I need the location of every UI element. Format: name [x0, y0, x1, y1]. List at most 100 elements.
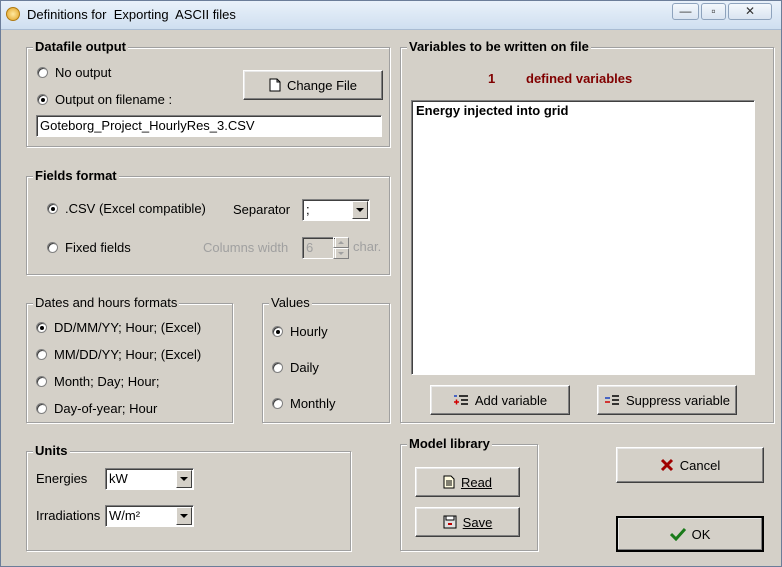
units-legend: Units — [33, 443, 70, 458]
values-group: Values Hourly Daily Monthly — [262, 295, 390, 423]
close-button[interactable]: ✕ — [728, 3, 772, 20]
radio-date-format-3[interactable]: Day-of-year; Hour — [36, 401, 157, 416]
dialog-client: Datafile output No output Output on file… — [5, 31, 777, 563]
values-legend: Values — [269, 295, 312, 310]
suppress-variable-button[interactable]: Suppress variable — [597, 385, 737, 415]
radio-date-format-0[interactable]: DD/MM/YY; Hour; (Excel) — [36, 320, 201, 335]
fields-format-legend: Fields format — [33, 168, 119, 183]
radio-date-format-0-dot[interactable] — [36, 322, 47, 333]
radio-date-format-1-dot[interactable] — [36, 349, 47, 360]
add-variable-icon — [453, 393, 469, 407]
variable-item-0[interactable]: Energy injected into grid — [416, 103, 750, 118]
model-library-group: Model library Read Save — [400, 436, 538, 551]
chevron-down-icon[interactable] — [176, 470, 192, 488]
radio-values-hourly[interactable]: Hourly — [272, 324, 328, 339]
columns-width-label: Columns width — [203, 240, 289, 255]
units-group: Units Energies kW Irradiations W/m² — [26, 443, 351, 551]
ok-button[interactable]: OK — [616, 516, 764, 552]
spinner-up-icon[interactable] — [333, 237, 349, 248]
variables-list[interactable]: Energy injected into grid — [411, 100, 755, 375]
read-label: Read — [460, 474, 493, 490]
datafile-output-group: Datafile output No output Output on file… — [26, 39, 390, 147]
energies-value: kW — [109, 471, 128, 486]
radio-date-format-3-label: Day-of-year; Hour — [54, 401, 158, 416]
change-file-label: Change File — [286, 77, 358, 93]
chevron-down-icon[interactable] — [176, 507, 192, 525]
read-button[interactable]: Read — [415, 467, 520, 497]
variables-group: Variables to be written on file 1 define… — [400, 39, 774, 423]
model-library-legend: Model library — [407, 436, 492, 451]
change-file-button[interactable]: Change File — [243, 70, 383, 100]
radio-fixed-fields-label: Fixed fields — [65, 240, 131, 255]
radio-values-monthly-label: Monthly — [290, 396, 336, 411]
radio-csv-dot[interactable] — [47, 203, 58, 214]
cancel-button[interactable]: Cancel — [616, 447, 764, 483]
radio-fixed-fields-dot[interactable] — [47, 242, 58, 253]
variables-count: 1 — [488, 71, 496, 86]
radio-date-format-3-dot[interactable] — [36, 403, 47, 414]
radio-values-monthly[interactable]: Monthly — [272, 396, 336, 411]
char-label: char. — [353, 239, 382, 254]
suppress-variable-label: Suppress variable — [625, 392, 731, 408]
radio-date-format-2[interactable]: Month; Day; Hour; — [36, 374, 160, 389]
dates-formats-legend: Dates and hours formats — [33, 295, 180, 310]
spinner-down-icon[interactable] — [333, 248, 349, 259]
fields-format-group: Fields format .CSV (Excel compatible) Fi… — [26, 168, 390, 275]
suppress-variable-icon — [604, 393, 620, 407]
title-bar[interactable]: Definitions for Exporting ASCII files — … — [1, 1, 781, 30]
variables-legend: Variables to be written on file — [407, 39, 591, 54]
file-icon — [269, 78, 281, 92]
irradiations-label: Irradiations — [36, 508, 101, 523]
minimize-icon: — — [679, 4, 692, 18]
radio-values-daily-dot[interactable] — [272, 362, 283, 373]
radio-date-format-2-dot[interactable] — [36, 376, 47, 387]
radio-output-on-filename-dot[interactable] — [37, 94, 48, 105]
filename-input[interactable]: Goteborg_Project_HourlyRes_3.CSV — [36, 115, 382, 137]
add-variable-button[interactable]: Add variable — [430, 385, 570, 415]
radio-output-on-filename[interactable]: Output on filename : — [37, 92, 172, 107]
window-title: Definitions for Exporting ASCII files — [27, 7, 236, 22]
separator-label: Separator — [233, 202, 291, 217]
radio-csv[interactable]: .CSV (Excel compatible) — [47, 201, 206, 216]
radio-date-format-1-label: MM/DD/YY; Hour; (Excel) — [54, 347, 202, 362]
columns-width-input[interactable]: 6 — [302, 237, 336, 259]
radio-values-hourly-dot[interactable] — [272, 326, 283, 337]
radio-values-daily[interactable]: Daily — [272, 360, 319, 375]
datafile-output-legend: Datafile output — [33, 39, 128, 54]
ok-label: OK — [691, 526, 711, 542]
radio-values-monthly-dot[interactable] — [272, 398, 283, 409]
add-variable-label: Add variable — [474, 392, 548, 408]
radio-date-format-2-label: Month; Day; Hour; — [54, 374, 160, 389]
separator-value: ; — [306, 202, 310, 217]
separator-select[interactable]: ; — [302, 199, 370, 221]
save-label: Save — [462, 514, 493, 530]
checkmark-icon — [669, 527, 686, 541]
app-icon — [6, 7, 20, 21]
energies-select[interactable]: kW — [105, 468, 194, 490]
save-icon — [443, 515, 457, 529]
energies-label: Energies — [36, 471, 88, 486]
radio-values-hourly-label: Hourly — [290, 324, 328, 339]
maximize-button[interactable]: ▫ — [701, 3, 726, 20]
dates-formats-group: Dates and hours formats DD/MM/YY; Hour; … — [26, 295, 233, 423]
irradiations-value: W/m² — [109, 508, 141, 523]
radio-csv-label: .CSV (Excel compatible) — [65, 201, 206, 216]
radio-date-format-1[interactable]: MM/DD/YY; Hour; (Excel) — [36, 347, 201, 362]
close-icon: ✕ — [744, 4, 756, 18]
radio-values-daily-label: Daily — [290, 360, 319, 375]
variables-count-label: defined variables — [526, 71, 633, 86]
radio-no-output[interactable]: No output — [37, 65, 111, 80]
read-icon — [443, 475, 455, 489]
radio-fixed-fields[interactable]: Fixed fields — [47, 240, 131, 255]
cancel-icon — [660, 458, 674, 472]
save-button[interactable]: Save — [415, 507, 520, 537]
cancel-label: Cancel — [679, 457, 721, 473]
radio-no-output-label: No output — [55, 65, 112, 80]
radio-date-format-0-label: DD/MM/YY; Hour; (Excel) — [54, 320, 202, 335]
minimize-button[interactable]: — — [672, 3, 699, 20]
radio-no-output-dot[interactable] — [37, 67, 48, 78]
irradiations-select[interactable]: W/m² — [105, 505, 194, 527]
columns-width-spinner[interactable] — [333, 237, 349, 259]
maximize-icon: ▫ — [711, 4, 716, 18]
chevron-down-icon[interactable] — [352, 201, 368, 219]
